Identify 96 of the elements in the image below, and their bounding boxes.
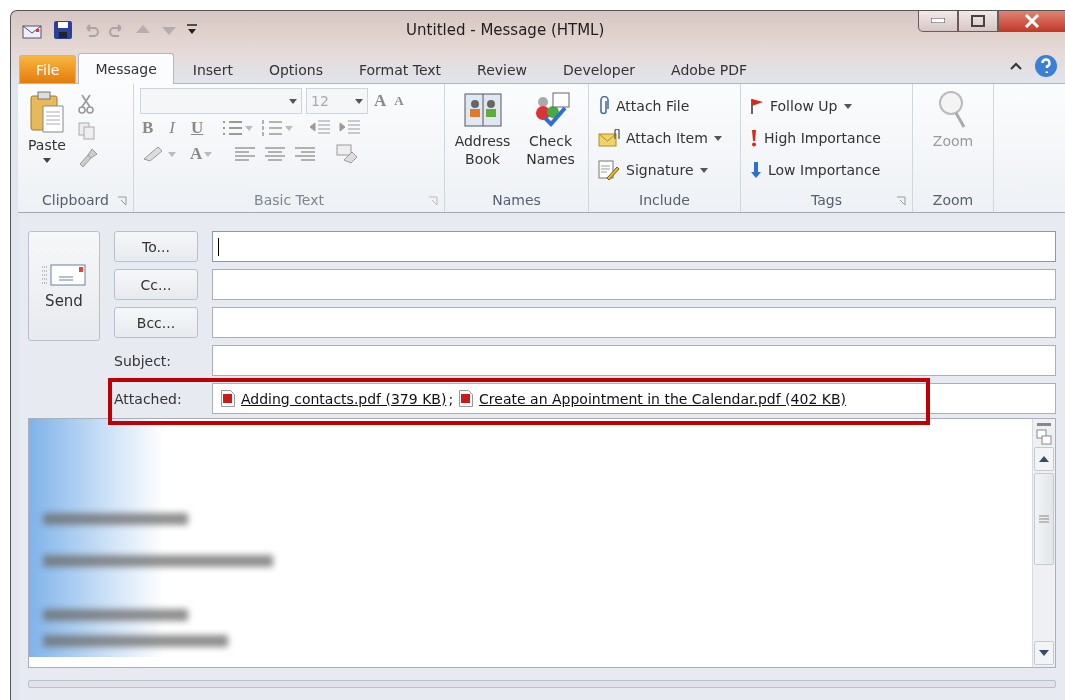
numbered-list-icon xyxy=(261,119,284,137)
address-button[interactable]: To... xyxy=(114,231,198,262)
window-title: Untitled - Message (HTML) xyxy=(406,21,605,39)
up-arrow-icon xyxy=(1039,456,1049,462)
caret-icon xyxy=(285,125,294,131)
copy-icon xyxy=(77,122,96,140)
close-icon xyxy=(1024,13,1040,28)
ribbon-tab[interactable]: Review xyxy=(460,55,545,83)
magnifier-icon xyxy=(938,90,968,130)
caret-icon xyxy=(245,125,254,131)
paste-button[interactable]: Paste xyxy=(24,88,70,188)
redo-icon xyxy=(109,22,125,38)
tag-button[interactable]: Follow Up xyxy=(747,92,884,120)
bullet-list-icon xyxy=(221,119,244,137)
group-label: Clipboard xyxy=(42,192,109,208)
signature-icon xyxy=(598,160,620,180)
scroll-up-button[interactable] xyxy=(1034,447,1054,471)
collapse-ribbon-icon xyxy=(1010,62,1022,70)
caret-icon xyxy=(843,103,852,109)
address-book-icon xyxy=(462,90,503,130)
ribbon-tab[interactable]: Options xyxy=(251,55,340,83)
maximize-button[interactable] xyxy=(958,11,998,32)
address-button[interactable]: Cc... xyxy=(114,269,198,300)
caret-icon xyxy=(289,98,297,104)
group-label: Zoom xyxy=(932,192,974,208)
maximize-icon xyxy=(971,14,985,27)
eraser-icon xyxy=(336,144,359,164)
pdf-file-icon xyxy=(459,390,474,407)
dialog-launcher-icon[interactable] xyxy=(428,196,438,206)
close-button[interactable] xyxy=(998,11,1065,32)
dialog-launcher-icon[interactable] xyxy=(896,196,906,206)
check-names-button[interactable]: Check Names xyxy=(519,88,582,188)
attached-label: Attached: xyxy=(114,390,183,407)
attachment-link[interactable]: Create an Appointment in the Calendar.pdf (402 KB) xyxy=(479,390,846,407)
caret-icon xyxy=(713,135,722,141)
exclamation-icon xyxy=(750,129,758,147)
group-label: Tags xyxy=(811,192,842,208)
separator-text: ; xyxy=(448,390,454,407)
minimize-button[interactable] xyxy=(918,11,958,32)
ribbon-tab[interactable]: Developer xyxy=(546,55,653,83)
scroll-thumb[interactable] xyxy=(1034,473,1054,565)
flag-icon xyxy=(750,98,764,114)
caret-icon xyxy=(168,151,176,157)
caret-icon xyxy=(699,167,708,173)
ribbon-tab[interactable]: Format Text xyxy=(342,55,459,83)
align-left-icon xyxy=(234,146,257,162)
include-button[interactable]: Signature xyxy=(595,156,725,184)
up-arrow-icon xyxy=(135,24,151,36)
increase-indent-icon xyxy=(339,119,362,137)
paperclip-icon xyxy=(598,96,610,116)
minimize-icon xyxy=(931,18,945,23)
scissors-icon xyxy=(77,94,94,114)
include-button[interactable]: Attach File xyxy=(595,92,725,120)
subject-label: Subject: xyxy=(114,352,173,369)
caret-icon xyxy=(204,151,213,157)
view-icon xyxy=(1036,429,1052,445)
help-icon xyxy=(1034,54,1058,78)
clipboard-icon xyxy=(28,90,65,134)
group-label: Basic Text xyxy=(254,192,324,208)
font-name-field[interactable] xyxy=(140,88,302,114)
align-right-icon xyxy=(294,146,317,162)
grip-icon xyxy=(1039,515,1049,523)
font-size-value: 12 xyxy=(311,93,329,109)
caret-icon xyxy=(42,157,51,163)
pdf-file-icon xyxy=(221,390,235,407)
ribbon-tab[interactable]: Message xyxy=(78,53,174,84)
undo-icon xyxy=(83,22,99,38)
group-label: Names xyxy=(492,192,541,208)
tag-button[interactable]: High Importance xyxy=(747,124,884,152)
address-book-button[interactable]: Address Book xyxy=(451,88,514,188)
dialog-launcher-icon[interactable] xyxy=(117,196,127,206)
split-handle-icon xyxy=(1037,423,1051,427)
tag-button[interactable]: Low Importance xyxy=(747,156,884,184)
attachment-link[interactable]: Adding contacts.pdf (379 KB) xyxy=(241,390,447,407)
caret-icon xyxy=(355,98,363,104)
down-arrow-icon xyxy=(750,161,762,179)
include-button[interactable]: Attach Item xyxy=(595,124,725,152)
ribbon-tab[interactable]: Adobe PDF xyxy=(654,55,765,83)
brush-icon xyxy=(77,148,98,168)
recipient-field[interactable] xyxy=(212,269,1056,300)
down-arrow-icon xyxy=(161,24,177,36)
recipient-field[interactable] xyxy=(212,231,1056,262)
scroll-down-button[interactable] xyxy=(1034,641,1054,665)
align-center-icon xyxy=(264,146,287,162)
down-arrow-icon xyxy=(1039,650,1049,656)
envelope-clip-icon xyxy=(598,129,620,147)
recipient-field[interactable] xyxy=(212,307,1056,338)
ribbon-tab[interactable]: Insert xyxy=(175,55,250,83)
address-button[interactable]: Bcc... xyxy=(114,307,198,338)
save-icon xyxy=(53,20,73,40)
subject-field[interactable] xyxy=(212,345,1056,376)
group-label: Include xyxy=(639,192,690,208)
envelope-icon xyxy=(41,262,87,288)
send-button[interactable]: Send xyxy=(28,231,100,341)
numbering-button[interactable] xyxy=(259,117,296,139)
decrease-indent-icon xyxy=(309,119,332,137)
